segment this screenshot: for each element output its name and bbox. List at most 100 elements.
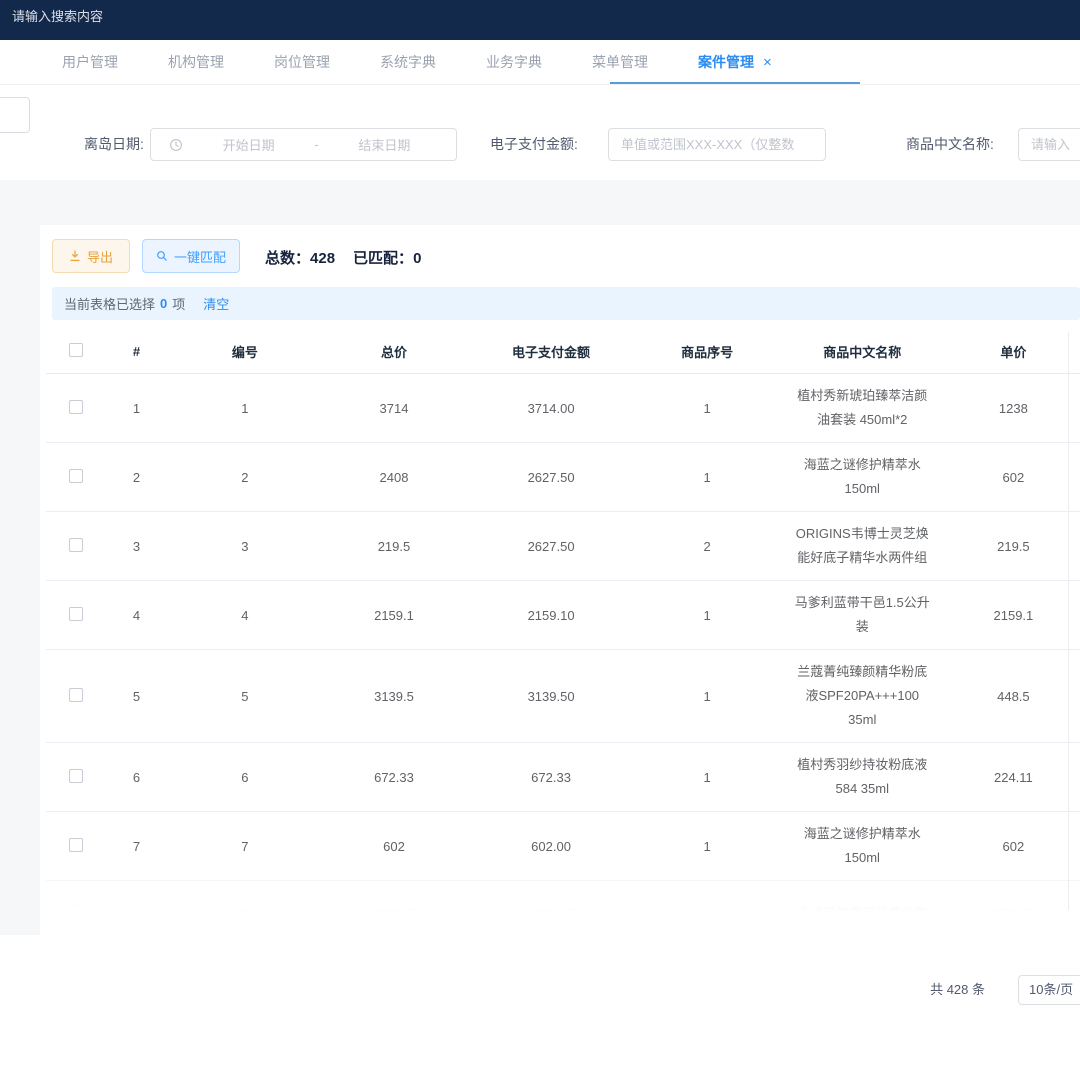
cell-index: 1	[106, 401, 168, 416]
row-checkbox[interactable]	[69, 688, 83, 702]
table-row: 2224082627.501海蓝之谜修护精萃水 150ml602	[46, 443, 1080, 512]
tab-label: 岗位管理	[274, 52, 330, 72]
tab-岗位管理[interactable]: 岗位管理	[274, 40, 330, 84]
cell-seq: 1	[637, 839, 778, 854]
total-label: 总数：	[265, 250, 310, 267]
product-name-input[interactable]	[1018, 128, 1080, 161]
cell-paid: 3714.00	[466, 401, 637, 416]
table-header-row: #编号总价电子支付金额商品序号商品中文名称单价	[46, 330, 1080, 374]
cell-seq: 1	[637, 608, 778, 623]
amount-filter-label: 电子支付金额:	[490, 128, 578, 161]
date-range-separator: -	[310, 137, 322, 152]
row-checkbox[interactable]	[69, 905, 83, 912]
table-row: 553139.53139.501兰蔻菁纯臻颜精华粉底液SPF20PA+++100…	[46, 650, 1080, 743]
cell-code: 6	[167, 770, 322, 785]
cell-total: 2159.1	[322, 608, 465, 623]
cell-name: 海蓝之谜修护精萃水 150ml	[778, 453, 947, 501]
selection-suffix: 项	[172, 294, 185, 313]
cell-index: 4	[106, 608, 168, 623]
cell-unit: 1238	[947, 401, 1080, 416]
clear-selection-link[interactable]: 清空	[203, 294, 229, 313]
table-row: 442159.12159.101马爹利蓝带干邑1.5公升装2159.1	[46, 581, 1080, 650]
cell-index: 6	[106, 770, 168, 785]
column-header: 电子支付金额	[466, 342, 637, 361]
cell-total: 3139.5	[322, 689, 465, 704]
download-icon	[69, 250, 81, 262]
cell-paid: 3139.50	[466, 689, 637, 704]
cell-code: 2	[167, 470, 322, 485]
data-table: #编号总价电子支付金额商品序号商品中文名称单价 1137143714.001植村…	[46, 330, 1080, 912]
tab-系统字典[interactable]: 系统字典	[380, 40, 436, 84]
header-checkbox-cell	[46, 343, 106, 360]
cell-name: 卡诗菁纯亮泽经典香氛	[778, 902, 947, 913]
cell-total: 602	[322, 839, 465, 854]
row-checkbox[interactable]	[69, 400, 83, 414]
cell-paid: 1083.47	[466, 906, 637, 912]
row-checkbox[interactable]	[69, 838, 83, 852]
tab-label: 业务字典	[486, 52, 542, 72]
cell-paid: 2627.50	[466, 470, 637, 485]
table-right-divider	[1068, 332, 1069, 910]
cell-total: 672.33	[322, 770, 465, 785]
cell-seq: 1	[637, 689, 778, 704]
cell-name: 海蓝之谜修护精萃水 150ml	[778, 822, 947, 870]
table-row: 1137143714.001植村秀新琥珀臻萃洁颜油套装 450ml*21238	[46, 374, 1080, 443]
cell-unit: 2159.1	[947, 608, 1080, 623]
tab-用户管理[interactable]: 用户管理	[62, 40, 118, 84]
tab-菜单管理[interactable]: 菜单管理	[592, 40, 648, 84]
table-row: 881083.471083.471卡诗菁纯亮泽经典香氛270.87	[46, 881, 1080, 912]
cell-unit: 219.5	[947, 539, 1080, 554]
cell-code: 1	[167, 401, 322, 416]
global-search-input[interactable]: 请输入搜索内容	[12, 6, 103, 25]
cell-paid: 672.33	[466, 770, 637, 785]
date-range-input[interactable]: 开始日期 - 结束日期	[150, 128, 457, 161]
side-panel-fragment	[0, 97, 30, 133]
cell-code: 3	[167, 539, 322, 554]
amount-input[interactable]	[608, 128, 826, 161]
end-date-placeholder: 结束日期	[323, 135, 446, 154]
clock-icon	[169, 138, 183, 152]
one-click-match-button[interactable]: 一键匹配	[142, 239, 240, 273]
tab-案件管理[interactable]: 案件管理 ×	[698, 40, 772, 84]
cell-index: 7	[106, 839, 168, 854]
cell-unit: 270.87	[947, 906, 1080, 912]
close-icon[interactable]: ×	[763, 54, 772, 71]
row-checkbox[interactable]	[69, 469, 83, 483]
export-button[interactable]: 导出	[52, 239, 130, 273]
column-header: 商品序号	[637, 342, 778, 361]
cell-code: 5	[167, 689, 322, 704]
cell-index: 8	[106, 906, 168, 912]
cell-code: 4	[167, 608, 322, 623]
export-button-label: 导出	[87, 247, 113, 266]
cell-paid: 602.00	[466, 839, 637, 854]
cell-index: 2	[106, 470, 168, 485]
cell-total: 219.5	[322, 539, 465, 554]
column-header: 单价	[947, 342, 1080, 361]
cell-seq: 1	[637, 401, 778, 416]
cell-name: 植村秀新琥珀臻萃洁颜油套装 450ml*2	[778, 384, 947, 432]
cell-total: 3714	[322, 401, 465, 416]
tab-机构管理[interactable]: 机构管理	[168, 40, 224, 84]
cell-index: 3	[106, 539, 168, 554]
tab-label: 机构管理	[168, 52, 224, 72]
tab-业务字典[interactable]: 业务字典	[486, 40, 542, 84]
total-value: 428	[310, 250, 335, 267]
select-all-checkbox[interactable]	[69, 343, 83, 357]
row-checkbox[interactable]	[69, 607, 83, 621]
cell-paid: 2159.10	[466, 608, 637, 623]
cell-name: 植村秀羽纱持妆粉底液 584 35ml	[778, 753, 947, 801]
start-date-placeholder: 开始日期	[187, 135, 310, 154]
selection-count: 0	[160, 296, 167, 311]
page-size-select[interactable]: 10条/页	[1018, 975, 1080, 1005]
selection-bar: 当前表格已选择 0 项 清空	[52, 287, 1080, 320]
cell-name: 马爹利蓝带干邑1.5公升装	[778, 591, 947, 639]
pagination-total: 共 428 条	[850, 975, 985, 1005]
tab-label: 案件管理	[698, 52, 754, 72]
tab-bar: 用户管理 机构管理 岗位管理 系统字典 业务字典 菜单管理 案件管理 ×	[0, 40, 1080, 85]
table-row: 66672.33672.331植村秀羽纱持妆粉底液 584 35ml224.11	[46, 743, 1080, 812]
row-checkbox[interactable]	[69, 538, 83, 552]
search-icon	[156, 250, 168, 262]
row-checkbox[interactable]	[69, 769, 83, 783]
cell-unit: 448.5	[947, 689, 1080, 704]
cell-code: 7	[167, 839, 322, 854]
